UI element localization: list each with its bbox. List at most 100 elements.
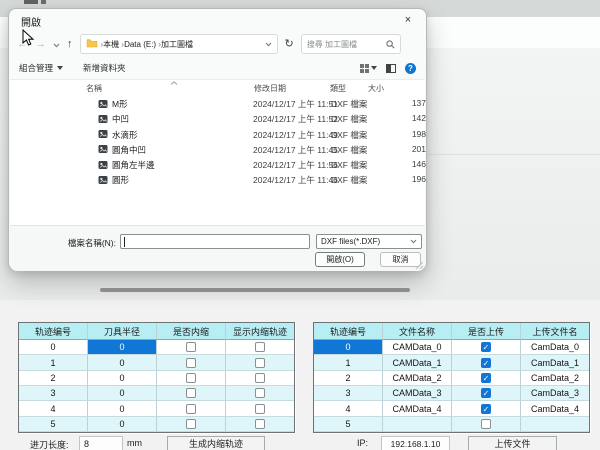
checkbox-unchecked[interactable] [255,373,265,383]
table-cell[interactable] [157,386,226,401]
generate-trajectory-button[interactable]: 生成内缩轨迹 [167,436,265,450]
table-cell[interactable]: 5 [314,417,383,432]
table-cell[interactable]: 3 [19,386,88,401]
filetype-select[interactable]: DXF files(*.DXF) [316,234,422,249]
table-cell[interactable]: 1 [314,355,383,370]
breadcrumb-item[interactable]: Data (E:) [124,40,156,49]
checkbox-unchecked[interactable] [481,419,491,429]
checkbox-checked[interactable]: ✓ [481,358,491,368]
table-cell[interactable]: 0 [88,371,157,386]
checkbox-unchecked[interactable] [186,373,196,383]
checkbox-checked[interactable]: ✓ [481,388,491,398]
filename-input[interactable] [120,234,310,249]
checkbox-unchecked[interactable] [255,342,265,352]
table-cell[interactable] [226,401,294,416]
table-cell[interactable]: 1 [19,355,88,370]
checkbox-unchecked[interactable] [186,419,196,429]
file-row[interactable]: 水滴形2024/12/17 上午 11:49DXF 檔案198 [10,127,425,142]
table-cell[interactable]: CAMData_2 [383,371,452,386]
preview-pane-icon[interactable] [386,64,396,73]
breadcrumb-dropdown-chevron-icon[interactable] [265,40,272,49]
table-cell[interactable] [226,340,294,355]
table-cell[interactable]: 0 [88,417,157,432]
column-header-name[interactable]: 名稱 [86,83,102,94]
table-cell[interactable] [226,386,294,401]
checkbox-checked[interactable]: ✓ [481,373,491,383]
close-icon[interactable]: × [396,11,420,28]
view-mode-button[interactable] [360,64,377,73]
table-cell[interactable] [452,417,521,432]
table-cell[interactable] [157,355,226,370]
table-cell[interactable] [157,417,226,432]
table-cell[interactable]: 4 [314,401,383,416]
column-header-size[interactable]: 大小 [368,83,384,94]
table-cell[interactable]: ✓ [452,340,521,355]
table-cell[interactable]: ✓ [452,386,521,401]
table-cell[interactable]: ✓ [452,355,521,370]
table-cell[interactable]: CamData_0 [521,340,589,355]
table-cell[interactable]: 0 [88,401,157,416]
table-cell[interactable] [226,371,294,386]
table-cell[interactable]: 4 [19,401,88,416]
file-row[interactable]: 圓角中凹2024/12/17 上午 11:45DXF 檔案201 [10,142,425,157]
table-cell[interactable]: ✓ [452,401,521,416]
table-cell[interactable]: CamData_1 [521,355,589,370]
search-input[interactable]: 搜尋 加工圖檔 [301,34,401,54]
horizontal-scrollbar[interactable] [100,288,410,292]
table-cell[interactable]: 0 [314,340,383,355]
table-cell[interactable] [226,417,294,432]
table-cell[interactable]: 3 [314,386,383,401]
file-row[interactable]: 圓形2024/12/17 上午 11:46DXF 檔案196 [10,172,425,187]
refresh-icon[interactable]: ↻ [285,39,294,50]
table-cell[interactable] [226,355,294,370]
breadcrumb[interactable]: ›本機 ›Data (E:) ›加工圖檔 [80,34,278,54]
table-cell[interactable] [157,371,226,386]
upload-file-button[interactable]: 上传文件 [468,436,557,450]
checkbox-unchecked[interactable] [255,404,265,414]
table-cell[interactable]: CamData_4 [521,401,589,416]
resize-grip[interactable] [415,261,423,269]
checkbox-unchecked[interactable] [186,388,196,398]
table-cell[interactable] [383,417,452,432]
ip-address-input[interactable]: 192.168.1.10 [381,436,450,450]
table-cell[interactable]: CAMData_1 [383,355,452,370]
organize-button[interactable]: 組合管理 [19,62,53,74]
file-row[interactable]: M形2024/12/17 上午 11:51DXF 檔案137 [10,96,425,111]
breadcrumb-item[interactable]: 本機 [103,40,119,49]
new-folder-button[interactable]: 新增資料夾 [83,62,126,74]
checkbox-unchecked[interactable] [186,404,196,414]
checkbox-unchecked[interactable] [186,358,196,368]
checkbox-unchecked[interactable] [186,342,196,352]
feed-length-input[interactable]: 8 [79,436,123,450]
table-cell[interactable]: 0 [88,340,157,355]
column-header-type[interactable]: 類型 [330,83,346,94]
table-cell[interactable]: 2 [19,371,88,386]
checkbox-unchecked[interactable] [255,358,265,368]
open-button[interactable]: 開啟(O) [315,252,365,267]
table-cell[interactable]: CamData_3 [521,386,589,401]
table-cell[interactable]: CAMData_4 [383,401,452,416]
checkbox-unchecked[interactable] [255,419,265,429]
checkbox-unchecked[interactable] [255,388,265,398]
table-cell[interactable]: 5 [19,417,88,432]
table-cell[interactable] [521,417,589,432]
table-cell[interactable]: CAMData_3 [383,386,452,401]
table-cell[interactable]: 0 [19,340,88,355]
column-header-date[interactable]: 修改日期 [254,83,286,94]
file-row[interactable]: 圓角左半邊2024/12/17 上午 11:56DXF 檔案146 [10,157,425,172]
recent-locations-chevron-icon[interactable] [53,35,60,53]
table-cell[interactable]: CAMData_0 [383,340,452,355]
forward-icon[interactable]: → [35,39,46,50]
checkbox-checked[interactable]: ✓ [481,342,491,352]
table-cell[interactable]: ✓ [452,371,521,386]
help-icon[interactable]: ? [405,63,416,74]
checkbox-checked[interactable]: ✓ [481,404,491,414]
table-cell[interactable]: 0 [88,386,157,401]
up-icon[interactable]: ↑ [67,39,73,50]
file-row[interactable]: 中凹2024/12/17 上午 11:52DXF 檔案142 [10,111,425,126]
table-cell[interactable]: 2 [314,371,383,386]
table-cell[interactable]: 0 [88,355,157,370]
breadcrumb-item[interactable]: 加工圖檔 [161,40,193,49]
table-cell[interactable] [157,401,226,416]
table-cell[interactable]: CamData_2 [521,371,589,386]
